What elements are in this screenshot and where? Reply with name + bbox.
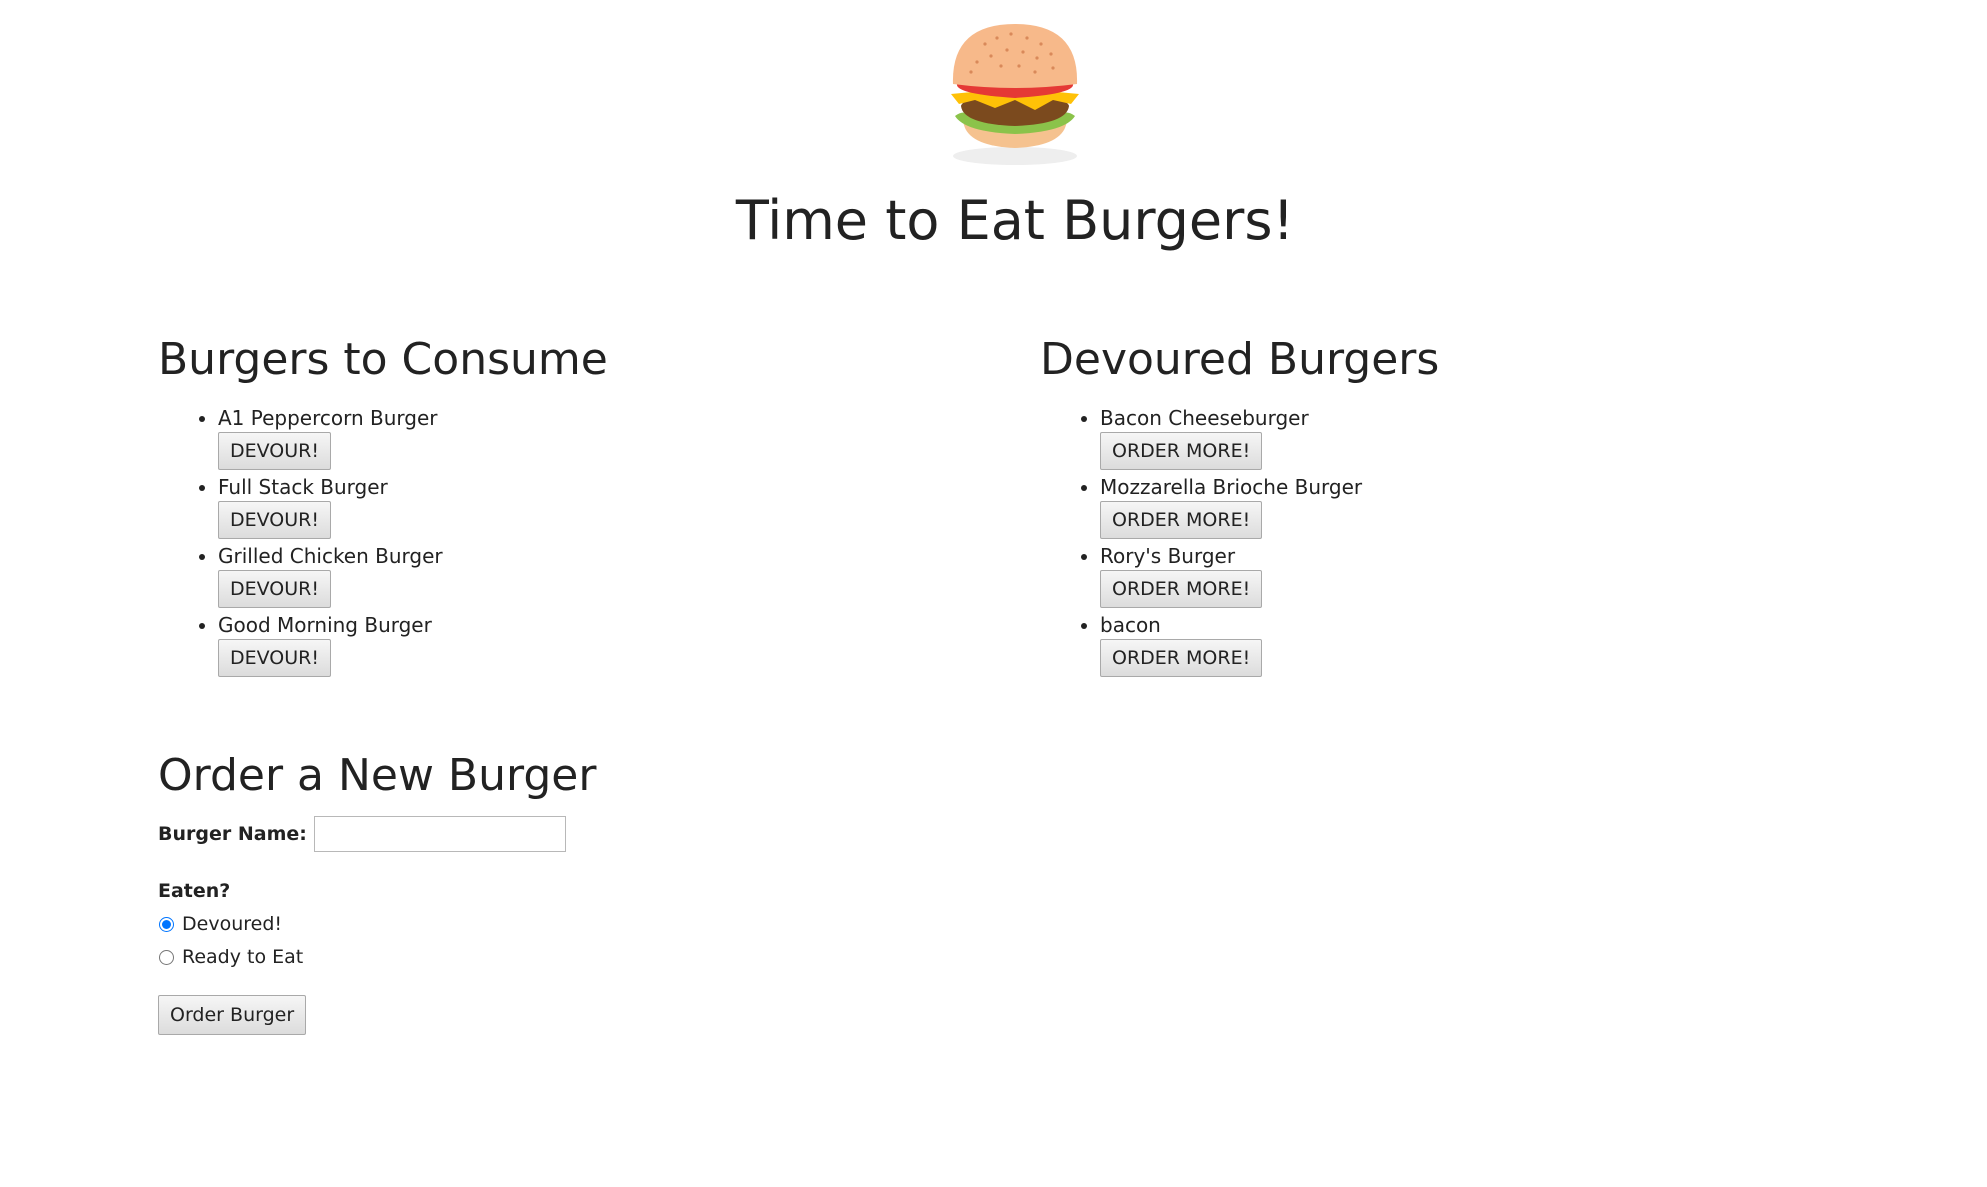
order-heading: Order a New Burger — [158, 750, 597, 801]
burger-name: Grilled Chicken Burger — [218, 544, 443, 568]
devoured-radio-label[interactable]: Devoured! — [182, 912, 282, 936]
burger-name: Good Morning Burger — [218, 613, 432, 637]
burger-name: bacon — [1100, 613, 1161, 637]
list-item: Bacon Cheeseburger ORDER MORE! — [1100, 402, 1439, 471]
order-form: Order a New Burger Burger Name: Eaten? D… — [158, 746, 596, 1035]
order-more-button[interactable]: ORDER MORE! — [1100, 501, 1263, 539]
ready-to-eat-radio-label[interactable]: Ready to Eat — [182, 945, 303, 969]
radio-ready-row: Ready to Eat — [158, 945, 596, 969]
list-item: Mozzarella Brioche Burger ORDER MORE! — [1100, 471, 1439, 540]
devoured-list: Bacon Cheeseburger ORDER MORE! Mozzarell… — [1040, 402, 1439, 678]
page: Time to Eat Burgers! Burgers to Consume … — [0, 0, 1987, 1187]
burger-name: Full Stack Burger — [218, 475, 388, 499]
burger-name-input[interactable] — [313, 816, 566, 852]
list-item: Grilled Chicken Burger DEVOUR! — [218, 540, 608, 609]
list-item: Full Stack Burger DEVOUR! — [218, 471, 608, 540]
order-more-button[interactable]: ORDER MORE! — [1100, 432, 1263, 470]
order-more-button[interactable]: ORDER MORE! — [1100, 639, 1263, 677]
list-item: A1 Peppercorn Burger DEVOUR! — [218, 402, 608, 471]
list-item: bacon ORDER MORE! — [1100, 609, 1439, 678]
order-more-button[interactable]: ORDER MORE! — [1100, 570, 1263, 608]
to-consume-list: A1 Peppercorn Burger DEVOUR! Full Stack … — [158, 402, 608, 678]
to-consume-section: Burgers to Consume A1 Peppercorn Burger … — [158, 330, 608, 678]
burger-icon — [935, 8, 1095, 168]
list-item: Rory's Burger ORDER MORE! — [1100, 540, 1439, 609]
radio-devoured-row: Devoured! — [158, 912, 596, 936]
burger-name: A1 Peppercorn Burger — [218, 406, 438, 430]
page-title: Time to Eat Burgers! — [735, 189, 1295, 252]
eaten-label: Eaten? — [158, 880, 231, 902]
burger-name-label: Burger Name: — [158, 823, 307, 845]
ready-to-eat-radio[interactable] — [159, 949, 174, 965]
devoured-heading: Devoured Burgers — [1040, 334, 1440, 385]
to-consume-heading: Burgers to Consume — [158, 334, 608, 385]
list-item: Good Morning Burger DEVOUR! — [218, 609, 608, 678]
burger-name: Bacon Cheeseburger — [1100, 406, 1309, 430]
order-burger-button[interactable]: Order Burger — [158, 995, 307, 1035]
burger-name: Mozzarella Brioche Burger — [1100, 475, 1363, 499]
devour-button[interactable]: DEVOUR! — [218, 570, 331, 608]
devour-button[interactable]: DEVOUR! — [218, 639, 331, 677]
devoured-section: Devoured Burgers Bacon Cheeseburger ORDE… — [1040, 330, 1439, 678]
devoured-radio[interactable] — [159, 916, 174, 932]
burger-name: Rory's Burger — [1100, 544, 1236, 568]
devour-button[interactable]: DEVOUR! — [218, 501, 331, 539]
burger-name-row: Burger Name: — [158, 816, 596, 852]
devour-button[interactable]: DEVOUR! — [218, 432, 331, 470]
